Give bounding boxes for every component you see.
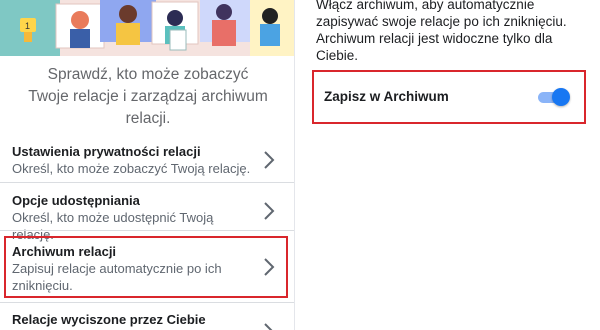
save-to-archive-toggle[interactable]: [538, 88, 570, 106]
trophy-badge: 1: [25, 21, 30, 31]
chevron-right-icon: [264, 323, 273, 330]
intro-text: Sprawdź, kto może zobaczyć Twoje relacje…: [28, 66, 268, 127]
panel-divider: [294, 0, 295, 330]
menu-item-desc: Określ, kto może zobaczyć Twoją relację.: [12, 161, 251, 176]
people-illustration: 1: [0, 0, 294, 56]
menu-item-muted-stories[interactable]: Relacje wyciszone przez Ciebie: [12, 311, 282, 330]
menu-item-title: Ustawienia prywatności relacji: [12, 144, 201, 159]
save-to-archive-row[interactable]: Zapisz w Archiwum: [312, 70, 586, 124]
archive-description-text: Włącz archiwum, aby automatycznie zapisy…: [316, 0, 567, 63]
illustration-banner: 1: [0, 0, 294, 56]
save-to-archive-label: Zapisz w Archiwum: [324, 89, 449, 104]
highlight-frame: [4, 236, 288, 298]
archive-settings-panel: Włącz archiwum, aby automatycznie zapisy…: [296, 0, 600, 330]
toggle-knob: [552, 88, 570, 106]
divider: [0, 182, 294, 183]
divider: [0, 230, 294, 231]
divider: [0, 302, 294, 303]
menu-item-title: Relacje wyciszone przez Ciebie: [12, 312, 206, 327]
chevron-right-icon: [264, 151, 275, 169]
chevron-right-icon: [264, 202, 275, 220]
menu-item-title: Opcje udostępniania: [12, 193, 140, 208]
story-settings-panel: 1 Sprawdź, kto może zobaczyć Twoje relac…: [0, 0, 294, 330]
menu-item-story-privacy[interactable]: Ustawienia prywatności relacji Określ, k…: [12, 143, 282, 177]
